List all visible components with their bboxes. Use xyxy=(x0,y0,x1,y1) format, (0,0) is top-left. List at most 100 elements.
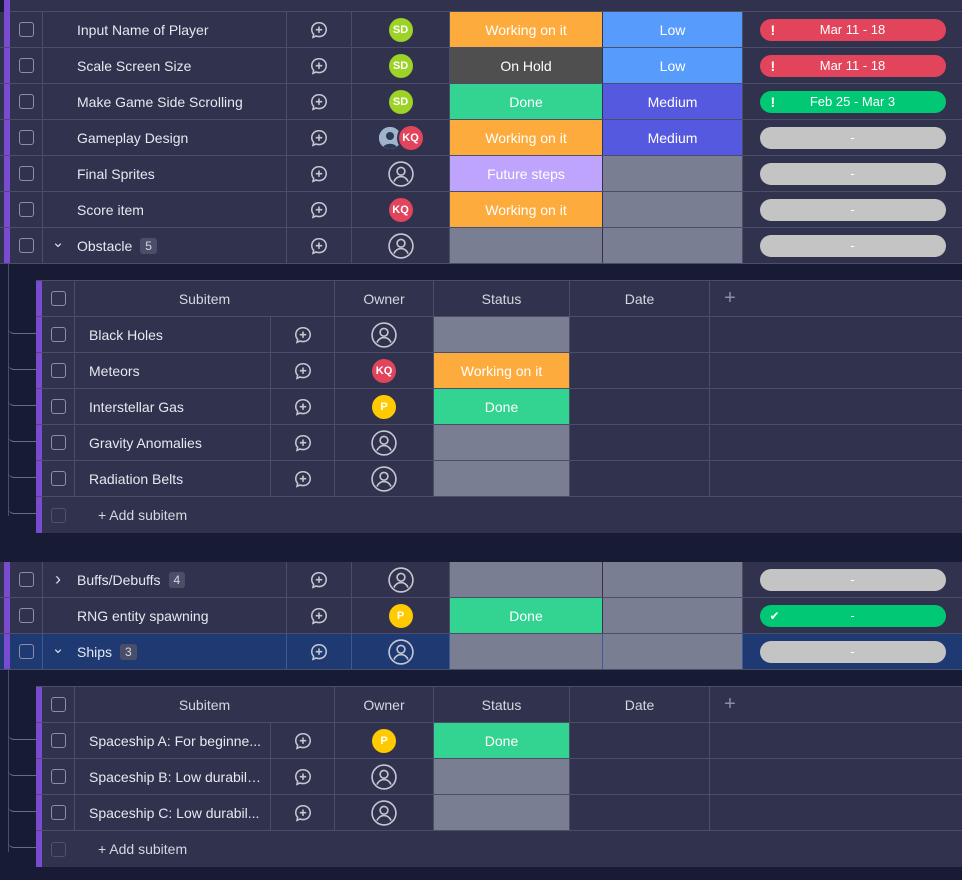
header-owner[interactable]: Owner xyxy=(335,687,434,722)
timeline-pill[interactable]: - xyxy=(759,640,946,663)
owner-cell[interactable] xyxy=(352,156,450,191)
subitem-owner-cell[interactable]: P xyxy=(335,723,434,758)
subitem-status-cell[interactable] xyxy=(434,461,570,496)
add-update-icon[interactable] xyxy=(309,606,329,626)
subitem-date-cell[interactable] xyxy=(570,795,710,830)
status-cell[interactable]: Done xyxy=(450,598,603,633)
subitem-checkbox[interactable] xyxy=(50,471,66,486)
row-checkbox[interactable] xyxy=(18,22,34,37)
owner-cell[interactable]: KQ xyxy=(352,120,450,155)
owner-cell[interactable]: SD xyxy=(352,12,450,47)
add-update-icon[interactable] xyxy=(309,20,329,40)
add-update-icon[interactable] xyxy=(309,128,329,148)
avatar[interactable]: P xyxy=(372,728,396,753)
subitem-owner-cell[interactable] xyxy=(335,795,434,830)
subitem-updates-cell[interactable] xyxy=(271,759,335,794)
subitem-checkbox[interactable] xyxy=(50,363,66,378)
add-column-button[interactable]: + xyxy=(710,687,750,722)
subitem-row[interactable]: Radiation Belts xyxy=(36,461,962,497)
priority-cell[interactable] xyxy=(603,562,743,597)
person-icon[interactable] xyxy=(387,566,414,593)
priority-cell[interactable] xyxy=(603,634,743,669)
item-row[interactable]: Score item KQ Working on it - xyxy=(0,192,962,228)
owner-cell[interactable] xyxy=(352,634,450,669)
person-icon[interactable] xyxy=(371,763,397,790)
avatar[interactable]: P xyxy=(372,394,396,419)
timeline-cell[interactable]: - xyxy=(743,156,962,191)
priority-cell[interactable]: Low xyxy=(603,48,743,83)
add-subitem-button[interactable]: + Add subitem xyxy=(98,831,298,867)
header-date[interactable]: Date xyxy=(570,687,710,722)
subitem-row[interactable]: Gravity Anomalies xyxy=(36,425,962,461)
subitem-date-cell[interactable] xyxy=(570,317,710,352)
avatar-group[interactable]: KQ xyxy=(376,123,425,152)
subitem-row[interactable]: Spaceship A: For beginne... P Done xyxy=(36,723,962,759)
row-checkbox[interactable] xyxy=(18,130,34,145)
item-name-cell[interactable]: ⌄ Obstacle 5 xyxy=(43,228,287,263)
subitem-count-badge[interactable]: 5 xyxy=(140,237,157,254)
updates-cell[interactable] xyxy=(287,12,352,47)
add-update-icon[interactable] xyxy=(309,236,329,256)
owner-cell[interactable]: KQ xyxy=(352,192,450,227)
updates-cell[interactable] xyxy=(287,598,352,633)
add-update-icon[interactable] xyxy=(293,731,313,751)
subitem-checkbox[interactable] xyxy=(50,327,66,342)
subitem-owner-cell[interactable]: P xyxy=(335,389,434,424)
owner-cell[interactable]: SD xyxy=(352,84,450,119)
priority-cell[interactable]: Medium xyxy=(603,120,743,155)
priority-cell[interactable] xyxy=(603,156,743,191)
row-checkbox[interactable] xyxy=(18,608,34,623)
timeline-cell[interactable]: - xyxy=(743,562,962,597)
person-icon[interactable] xyxy=(387,160,414,187)
add-update-icon[interactable] xyxy=(309,570,329,590)
subitem-checkbox[interactable] xyxy=(50,805,66,820)
subitem-name-cell[interactable]: Gravity Anomalies xyxy=(75,425,271,460)
status-cell[interactable] xyxy=(450,634,603,669)
subitem-owner-cell[interactable] xyxy=(335,461,434,496)
timeline-cell[interactable]: ! Mar 11 - 18 xyxy=(743,12,962,47)
item-row[interactable]: RNG entity spawning P Done ✔ - xyxy=(0,598,962,634)
priority-cell[interactable]: Low xyxy=(603,12,743,47)
subitem-status-cell[interactable] xyxy=(434,759,570,794)
subitem-owner-cell[interactable] xyxy=(335,425,434,460)
add-subitem-row[interactable]: + Add subitem xyxy=(36,497,962,533)
status-cell[interactable] xyxy=(450,562,603,597)
updates-cell[interactable] xyxy=(287,192,352,227)
subitem-checkbox[interactable] xyxy=(50,733,66,748)
priority-cell[interactable]: Medium xyxy=(603,84,743,119)
row-checkbox[interactable] xyxy=(18,58,34,73)
row-checkbox[interactable] xyxy=(18,202,34,217)
priority-cell[interactable] xyxy=(603,228,743,263)
subitem-updates-cell[interactable] xyxy=(271,425,335,460)
timeline-pill[interactable]: ! Mar 11 - 18 xyxy=(759,18,946,41)
subitem-name-cell[interactable]: Spaceship A: For beginne... xyxy=(75,723,271,758)
timeline-pill[interactable]: ✔ - xyxy=(759,604,946,627)
chevron-down-icon[interactable]: ⌄ xyxy=(51,639,65,657)
subitem-date-cell[interactable] xyxy=(570,723,710,758)
status-cell[interactable]: On Hold xyxy=(450,48,603,83)
add-update-icon[interactable] xyxy=(309,92,329,112)
timeline-cell[interactable]: - xyxy=(743,634,962,669)
chevron-right-icon[interactable]: › xyxy=(51,569,65,590)
subitem-status-cell[interactable] xyxy=(434,317,570,352)
avatar[interactable]: KQ xyxy=(388,197,413,222)
status-cell[interactable]: Working on it xyxy=(450,12,603,47)
item-name-cell[interactable]: Final Sprites xyxy=(43,156,287,191)
add-update-icon[interactable] xyxy=(309,56,329,76)
status-cell[interactable]: Future steps xyxy=(450,156,603,191)
subitem-updates-cell[interactable] xyxy=(271,317,335,352)
timeline-pill[interactable]: - xyxy=(759,234,946,257)
subitem-row[interactable]: Spaceship B: Low durabili... xyxy=(36,759,962,795)
updates-cell[interactable] xyxy=(287,562,352,597)
item-row[interactable]: › Buffs/Debuffs 4 - xyxy=(0,562,962,598)
subitem-status-cell[interactable]: Working on it xyxy=(434,353,570,388)
updates-cell[interactable] xyxy=(287,634,352,669)
subitem-checkbox[interactable] xyxy=(50,769,66,784)
add-column-button[interactable]: + xyxy=(710,281,750,316)
timeline-cell[interactable]: ✔ - xyxy=(743,598,962,633)
header-subitem[interactable]: Subitem xyxy=(75,281,335,316)
avatar[interactable]: KQ xyxy=(372,358,396,383)
subitem-checkbox[interactable] xyxy=(50,399,66,414)
timeline-pill[interactable]: - xyxy=(759,198,946,221)
header-status[interactable]: Status xyxy=(434,281,570,316)
